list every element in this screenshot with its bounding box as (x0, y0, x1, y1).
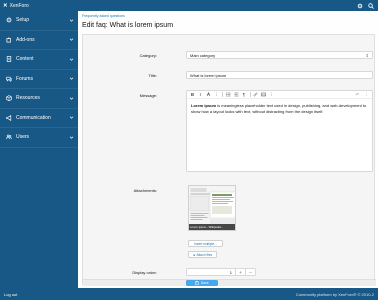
category-select[interactable]: Main category ⇕ (186, 51, 373, 59)
chevron-down-icon (69, 97, 74, 100)
settings-icon[interactable] (357, 3, 363, 9)
display-order-input[interactable]: 1 (186, 268, 236, 276)
attach-files-label: Attach files (196, 252, 213, 257)
message-editor[interactable]: B I ⋮ ¶ ⋮ ↶ ⋮ Lorem Ipsum is meaningless… (186, 90, 373, 172)
sidebar-item-add-ons[interactable]: Add-ons (0, 31, 78, 50)
brand[interactable]: ✕ XenForo (3, 3, 29, 9)
italic-icon[interactable]: I (198, 92, 203, 98)
title-input[interactable]: What is lorem ipsum (186, 71, 373, 79)
footer-bar: Log out Community platform by XenForo® ©… (0, 288, 378, 300)
chevron-down-icon (69, 58, 74, 61)
message-body-text: is meaningless placeholder text used in … (191, 103, 367, 114)
message-bold-text: Lorem Ipsum (191, 103, 217, 108)
display-order-label: Display order: (132, 270, 157, 275)
increment-button[interactable]: + (236, 268, 246, 276)
xenforo-logo-icon: ✕ (3, 2, 8, 9)
top-bar: ✕ XenForo (0, 0, 378, 11)
users-icon (5, 134, 12, 141)
title-value: What is lorem ipsum (190, 72, 227, 78)
save-icon (195, 281, 200, 285)
more-text-icon[interactable]: ⋮ (214, 92, 219, 98)
text-color-icon[interactable] (206, 92, 211, 98)
attachment-thumbnail[interactable]: Lorem ipsum - Wikipedia... (188, 185, 236, 231)
attachment-caption: Lorem ipsum - Wikipedia... (189, 224, 235, 230)
message-label: Message: (139, 93, 157, 98)
attachments-label: Attachments: (133, 188, 157, 193)
title-label: Title: (148, 73, 157, 78)
page-title: Edit faq: What is lorem ipsum (82, 22, 174, 29)
editor-options-icon[interactable]: ⋮ (364, 92, 369, 98)
sidebar-item-label: Resources (16, 95, 40, 102)
edit-faq-form: Category: Main category ⇕ Title: What is… (82, 34, 376, 286)
gear-icon (5, 17, 12, 24)
box-icon (5, 95, 12, 102)
decrement-button[interactable]: − (246, 268, 256, 276)
sidebar-item-label: Communication (16, 114, 51, 121)
category-label: Category: (139, 53, 157, 58)
save-label: Save (200, 281, 209, 285)
sidebar-item-label: Setup (16, 17, 30, 24)
sidebar-item-label: Forums (16, 75, 33, 82)
select-arrows-icon: ⇕ (365, 52, 369, 58)
chevron-down-icon (69, 77, 74, 80)
brand-name: XenForo (9, 2, 29, 9)
breadcrumb[interactable]: Frequently asked questions (82, 14, 125, 18)
insert-more-icon[interactable]: ⋮ (269, 92, 274, 98)
chevron-down-icon (69, 38, 74, 41)
undo-icon[interactable]: ↶ (355, 92, 360, 98)
sidebar-item-content[interactable]: Content (0, 50, 78, 70)
paperclip-icon: ⊕ (192, 252, 196, 257)
editor-toolbar: B I ⋮ ¶ ⋮ ↶ ⋮ (187, 91, 372, 99)
save-button[interactable]: Save (186, 280, 218, 286)
footer-credit[interactable]: Community platform by XenForo® © 2010-2 (296, 292, 374, 297)
category-value: Main category (190, 52, 216, 58)
link-icon[interactable] (253, 92, 258, 98)
message-text[interactable]: Lorem Ipsum is meaningless placeholder t… (187, 99, 372, 118)
sidebar: Setup Add-ons Content Forums Resources C… (0, 11, 78, 288)
sidebar-item-label: Content (16, 56, 34, 63)
align-icon[interactable] (234, 92, 239, 98)
chevron-down-icon (69, 136, 74, 139)
search-icon[interactable] (368, 2, 374, 9)
sidebar-item-label: Users (16, 134, 30, 141)
chevron-down-icon (69, 116, 74, 119)
comments-icon (5, 75, 12, 82)
bold-icon[interactable]: B (190, 92, 195, 98)
list-icon[interactable] (225, 92, 231, 98)
sidebar-item-setup[interactable]: Setup (0, 11, 78, 31)
logout-link[interactable]: Log out (4, 292, 17, 297)
sidebar-item-label: Add-ons (16, 36, 35, 43)
attach-files-button[interactable]: ⊕ Attach files (188, 251, 217, 258)
chevron-down-icon (69, 19, 74, 22)
form-submit-row (83, 279, 376, 286)
sidebar-item-forums[interactable]: Forums (0, 70, 78, 89)
insert-multiple-button[interactable]: Insert multiple... (188, 240, 223, 247)
sidebar-item-users[interactable]: Users (0, 128, 78, 148)
display-order-stepper: 1 + − (186, 268, 256, 276)
image-icon[interactable] (261, 92, 266, 98)
sidebar-item-resources[interactable]: Resources (0, 89, 78, 109)
paragraph-icon[interactable]: ¶ (242, 92, 247, 98)
puzzle-icon (5, 36, 12, 43)
document-icon (5, 56, 12, 63)
main-content: Frequently asked questions Edit faq: Wha… (78, 11, 378, 288)
sidebar-item-communication[interactable]: Communication (0, 109, 78, 128)
megaphone-icon (5, 114, 12, 121)
